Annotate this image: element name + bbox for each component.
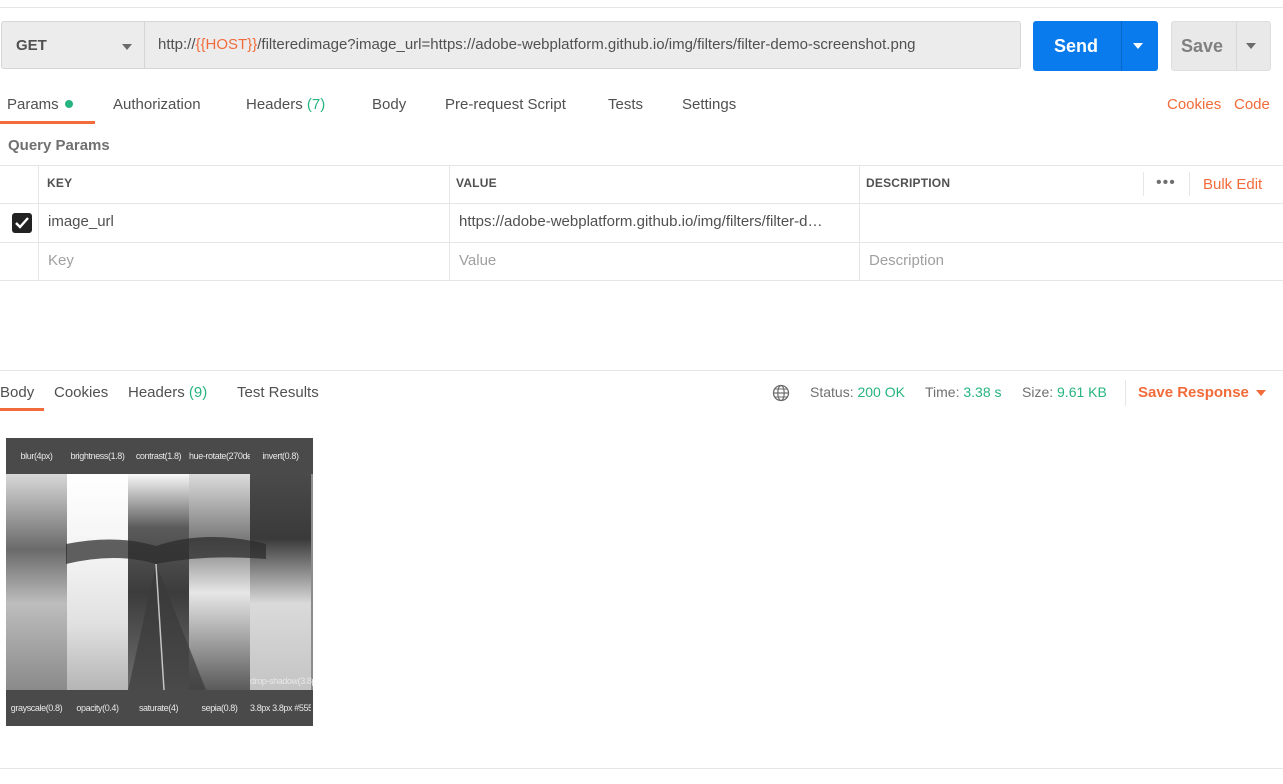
new-key-input[interactable]: Key — [48, 252, 74, 269]
tab-body[interactable]: Body — [372, 96, 406, 113]
response-status: Status: 200 OK — [810, 384, 905, 400]
params-active-dot — [64, 100, 73, 108]
tab-tests[interactable]: Tests — [608, 96, 643, 113]
filter-label: grayscale(0.8) — [10, 703, 63, 713]
col-divider — [38, 165, 39, 281]
col-divider — [859, 165, 860, 281]
status-bar-divider — [0, 768, 1283, 769]
tab-settings[interactable]: Settings — [682, 96, 736, 113]
status-label: Status: — [810, 384, 854, 400]
url-prefix: http:// — [158, 36, 196, 53]
send-label: Send — [1053, 36, 1098, 56]
headers-count: (7) — [306, 96, 326, 113]
url-input[interactable]: http://{{HOST}}/filteredimage?image_url=… — [144, 21, 1021, 69]
response-divider — [0, 370, 1283, 371]
time-value: 3.38 s — [963, 384, 1002, 400]
column-header-description: DESCRIPTION — [866, 176, 951, 190]
url-suffix: /filteredimage?image_url=https://adobe-w… — [257, 36, 916, 53]
url-variable: {{HOST}} — [195, 36, 258, 53]
response-tab-body[interactable]: Body — [0, 384, 34, 401]
filter-label: brightness(1.8) — [70, 451, 125, 461]
tab-params-label: Params — [7, 96, 59, 113]
response-image: blur(4px) brightness(1.8) contrast(1.8) … — [6, 438, 313, 726]
filter-label: saturate(4) — [138, 703, 179, 713]
response-headers-count: (9) — [188, 384, 208, 401]
response-tab-test-results[interactable]: Test Results — [237, 384, 319, 401]
column-header-value: VALUE — [456, 176, 497, 190]
globe-icon[interactable] — [772, 384, 790, 402]
road-illustration — [66, 536, 266, 690]
response-size: Size: 9.61 KB — [1022, 384, 1107, 400]
status-value: 200 OK — [857, 384, 905, 400]
check-icon — [15, 217, 29, 229]
filter-label: opacity(0.4) — [76, 703, 119, 713]
param-value-input[interactable]: https://adobe-webplatform.github.io/img/… — [459, 213, 851, 230]
tab-prerequest-script[interactable]: Pre-request Script — [445, 96, 566, 113]
param-key-input[interactable]: image_url — [48, 213, 438, 230]
query-params-title: Query Params — [8, 137, 110, 154]
filter-label: hue-rotate(270deg) — [189, 451, 250, 461]
save-response-dropdown-icon[interactable] — [1256, 390, 1266, 396]
save-response-button[interactable]: Save Response — [1138, 384, 1249, 401]
response-tab-headers-label: Headers — [128, 384, 185, 401]
time-label: Time: — [925, 384, 960, 400]
save-label: Save — [1180, 36, 1224, 56]
tab-headers-label: Headers — [246, 96, 303, 113]
new-value-input[interactable]: Value — [459, 252, 496, 269]
filter-label-drop-shadow: drop-shadow(3.8px — [250, 676, 313, 686]
tab-params[interactable]: Params — [7, 96, 73, 113]
size-value: 9.61 KB — [1057, 384, 1107, 400]
response-tab-headers[interactable]: Headers (9) — [128, 384, 207, 401]
save-divider — [1236, 22, 1237, 70]
filter-label: contrast(1.8) — [135, 451, 182, 461]
method-select[interactable]: GET — [1, 21, 144, 69]
table-border-top — [0, 165, 1283, 166]
table-row-border — [0, 242, 1283, 243]
active-tab-indicator — [0, 121, 95, 124]
filter-labels-top: blur(4px) brightness(1.8) contrast(1.8) … — [6, 438, 313, 474]
tab-authorization[interactable]: Authorization — [113, 96, 201, 113]
send-button[interactable]: Send — [1033, 21, 1158, 71]
method-label: GET — [16, 37, 47, 54]
filter-label: blur(4px) — [20, 451, 53, 461]
table-border-bottom — [0, 280, 1283, 281]
tab-headers[interactable]: Headers (7) — [246, 96, 325, 113]
response-active-tab-indicator — [0, 408, 44, 411]
column-header-key: KEY — [47, 176, 73, 190]
param-enabled-checkbox[interactable] — [12, 213, 32, 233]
save-dropdown-icon[interactable] — [1246, 43, 1256, 49]
filter-labels-bottom: grayscale(0.8) opacity(0.4) saturate(4) … — [6, 690, 313, 726]
col-divider — [1143, 172, 1144, 196]
col-divider — [449, 165, 450, 281]
filter-label: 3.8px 3.8px #555) — [250, 703, 311, 713]
more-options-icon[interactable]: ••• — [1156, 174, 1176, 192]
new-description-input[interactable]: Description — [869, 252, 944, 269]
filter-label: sepia(0.8) — [201, 703, 238, 713]
size-label: Size: — [1022, 384, 1054, 400]
response-tab-cookies[interactable]: Cookies — [54, 384, 108, 401]
chevron-down-icon — [122, 44, 132, 50]
filter-label: invert(0.8) — [262, 451, 299, 461]
save-button[interactable]: Save — [1171, 21, 1271, 71]
send-dropdown-icon[interactable] — [1133, 43, 1143, 49]
bulk-edit-link[interactable]: Bulk Edit — [1203, 176, 1262, 193]
col-divider — [1189, 172, 1190, 196]
send-divider — [1121, 21, 1122, 71]
top-divider — [0, 7, 1283, 8]
response-time: Time: 3.38 s — [925, 384, 1002, 400]
cookies-link[interactable]: Cookies — [1167, 96, 1221, 113]
code-link[interactable]: Code — [1234, 96, 1270, 113]
table-header-border — [0, 203, 1283, 204]
response-meta-divider — [1125, 380, 1126, 406]
